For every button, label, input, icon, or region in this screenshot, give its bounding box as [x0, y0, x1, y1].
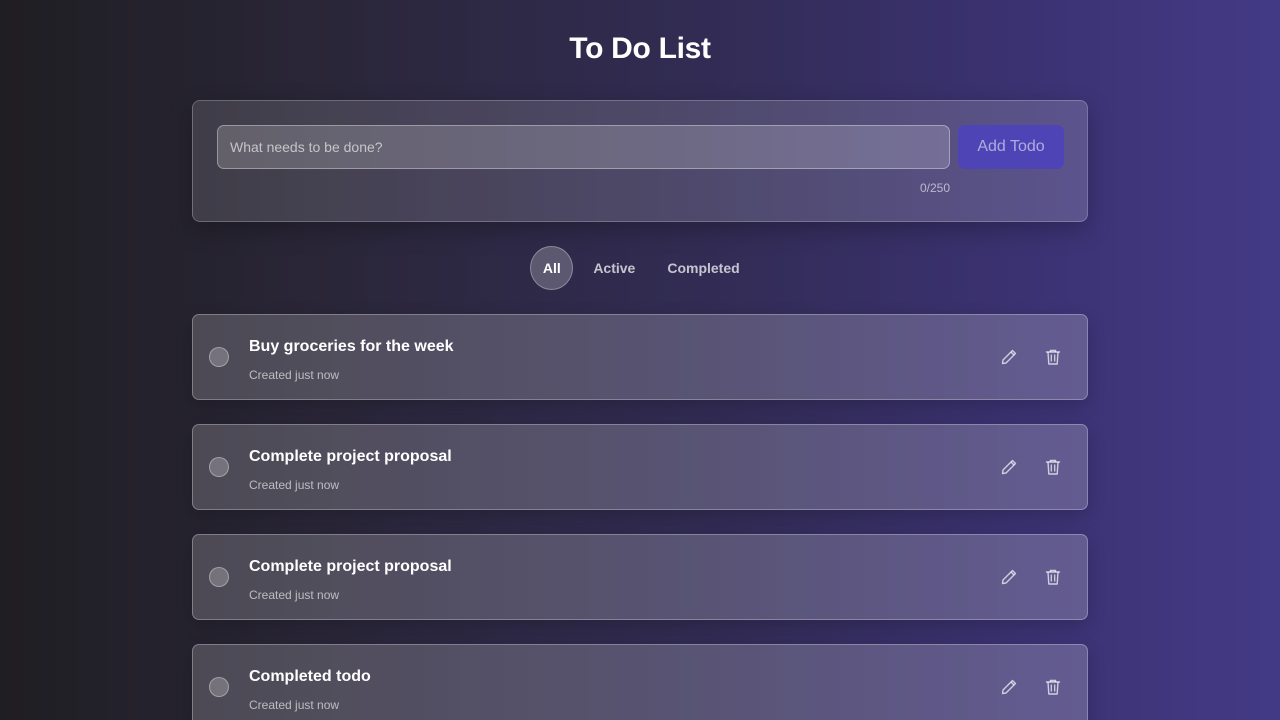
todo-checkbox[interactable] — [209, 567, 229, 587]
page-title: To Do List — [569, 32, 711, 65]
todo-created-at: Created just now — [249, 478, 340, 492]
todo-item: Complete project proposal Created just n… — [192, 424, 1088, 510]
add-todo-button[interactable]: Add Todo — [958, 125, 1064, 169]
todo-title: Complete project proposal — [249, 558, 452, 575]
todo-title: Complete project proposal — [249, 448, 452, 465]
edit-todo-button[interactable] — [997, 345, 1021, 369]
todo-checkbox[interactable] — [209, 347, 229, 367]
todo-checkbox[interactable] — [209, 677, 229, 697]
delete-todo-button[interactable] — [1041, 675, 1065, 699]
trash-icon — [1045, 679, 1061, 695]
delete-todo-button[interactable] — [1041, 345, 1065, 369]
filter-completed[interactable]: Completed — [657, 246, 749, 290]
delete-todo-button[interactable] — [1041, 565, 1065, 589]
pencil-icon — [1001, 679, 1017, 695]
todo-checkbox[interactable] — [209, 457, 229, 477]
pencil-icon — [1001, 459, 1017, 475]
trash-icon — [1045, 569, 1061, 585]
todo-composer: Add Todo 0/250 — [192, 100, 1088, 222]
todo-item: Buy groceries for the week Created just … — [192, 314, 1088, 400]
todo-created-at: Created just now — [249, 698, 340, 712]
char-counter: 0/250 — [919, 181, 950, 195]
trash-icon — [1045, 459, 1061, 475]
filter-tabs: All Active Completed — [0, 246, 1280, 290]
todo-created-at: Created just now — [249, 588, 340, 602]
delete-todo-button[interactable] — [1041, 455, 1065, 479]
edit-todo-button[interactable] — [997, 455, 1021, 479]
todo-title: Completed todo — [249, 668, 371, 685]
edit-todo-button[interactable] — [997, 565, 1021, 589]
todo-item: Completed todo Created just now — [192, 644, 1088, 720]
edit-todo-button[interactable] — [997, 675, 1021, 699]
pencil-icon — [1001, 349, 1017, 365]
trash-icon — [1045, 349, 1061, 365]
todo-created-at: Created just now — [249, 368, 340, 382]
pencil-icon — [1001, 569, 1017, 585]
todo-list: Buy groceries for the week Created just … — [192, 314, 1088, 720]
todo-item: Complete project proposal Created just n… — [192, 534, 1088, 620]
filter-active[interactable]: Active — [583, 246, 645, 290]
filter-all[interactable]: All — [530, 246, 574, 290]
todo-input[interactable] — [217, 125, 950, 169]
todo-title: Buy groceries for the week — [249, 338, 454, 355]
